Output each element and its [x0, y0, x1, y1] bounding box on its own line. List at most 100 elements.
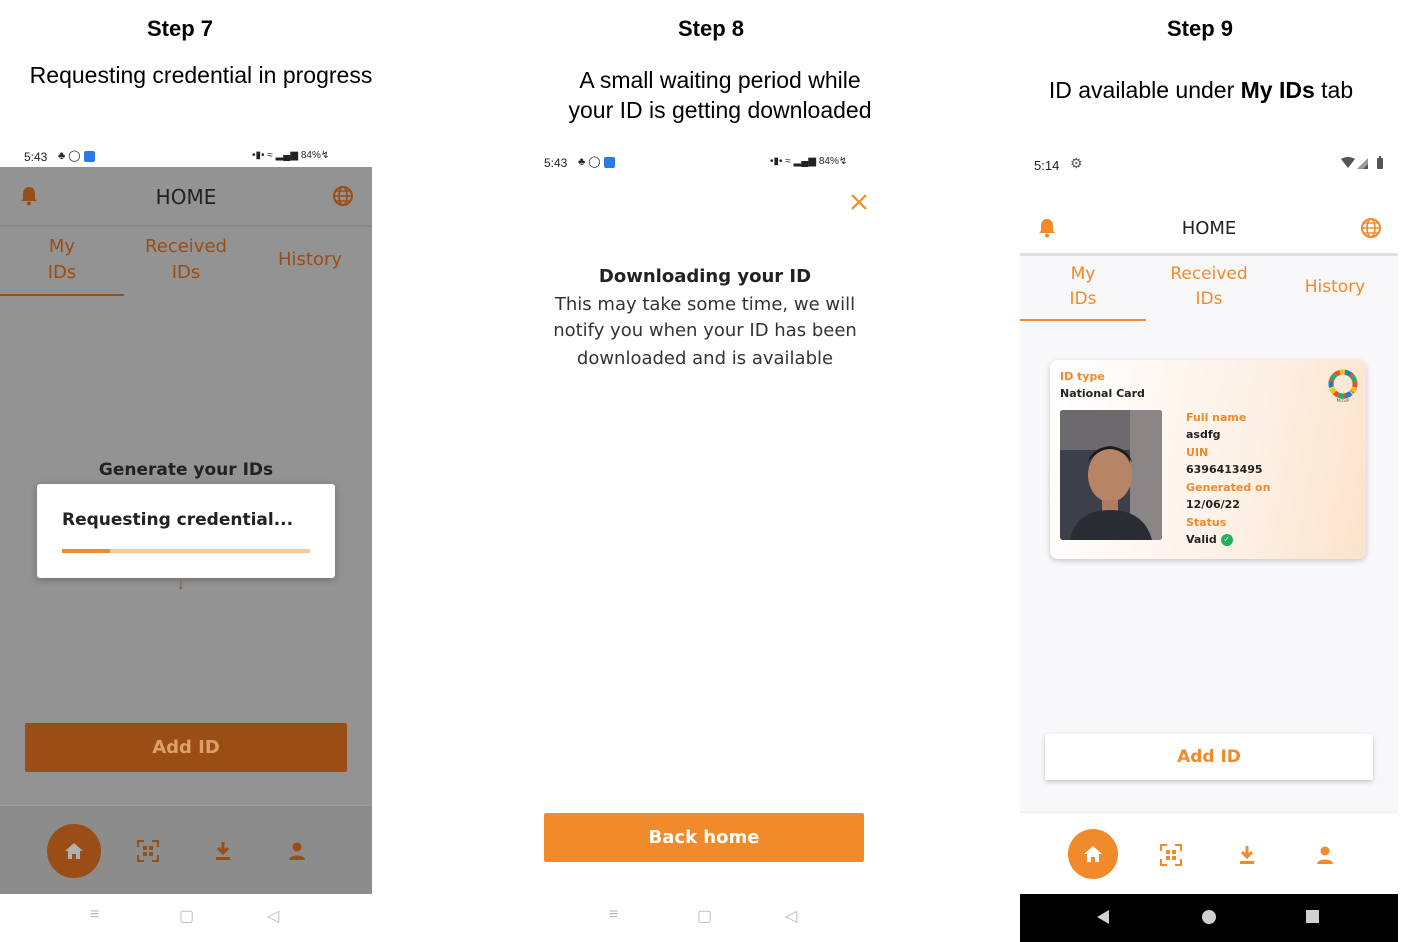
- whatsapp-icon: ◯: [68, 150, 81, 162]
- tab-my-ids[interactable]: My IDs: [0, 234, 124, 286]
- person-icon: [289, 842, 305, 860]
- valid-check-icon: ✓: [1220, 534, 1233, 546]
- language-globe-icon[interactable]: [332, 185, 354, 207]
- system-home-button[interactable]: ▢: [697, 906, 712, 926]
- status-time: 5:43: [544, 156, 568, 170]
- mosip-logo: MOSIP: [1327, 368, 1359, 404]
- status-system-icons: [1340, 156, 1386, 175]
- vibrate-icon: •▮•: [252, 150, 265, 161]
- down-arrow-icon: ↓: [177, 576, 185, 593]
- back-home-button[interactable]: Back home: [544, 813, 864, 862]
- nav-home-button[interactable]: [1068, 829, 1118, 879]
- status-notification-icons: ♣ ◯: [578, 155, 615, 168]
- nav-profile-button[interactable]: [1310, 843, 1340, 867]
- tab-history[interactable]: History: [248, 247, 372, 273]
- add-id-button-label: Add ID: [152, 737, 220, 758]
- recents-square-icon: [1306, 910, 1319, 923]
- step-8-description-line2: your ID is getting downloaded: [568, 97, 872, 123]
- qr-scan-icon: [137, 840, 159, 862]
- add-id-button-label: Add ID: [1177, 747, 1241, 767]
- screen-step-8: 5:43 ♣ ◯ •▮• ≈ ▂▄▆ 84%↯ Downloading your…: [520, 140, 892, 942]
- status-label: Status: [1186, 516, 1227, 529]
- back-triangle-icon: [1097, 910, 1109, 924]
- tab-my-ids[interactable]: My IDs: [1020, 262, 1146, 312]
- nav-profile-button[interactable]: [282, 839, 312, 863]
- system-menu-button[interactable]: ≡: [609, 906, 618, 924]
- system-recents-button[interactable]: [1306, 910, 1319, 928]
- app-icon: ♣: [578, 156, 586, 168]
- wifi-icon: ≈: [785, 156, 791, 167]
- photo: [1060, 410, 1162, 540]
- full-name-value: asdfg: [1186, 428, 1221, 441]
- add-id-button[interactable]: Add ID: [25, 723, 347, 772]
- downloading-message-line2: notify you when your ID has been: [553, 320, 857, 341]
- downloading-message-line3: downloaded and is available: [576, 348, 834, 369]
- system-back-button[interactable]: [1096, 910, 1110, 929]
- settings-gear-icon: ⚙: [1070, 155, 1083, 171]
- whatsapp-icon: ◯: [588, 156, 601, 168]
- wifi-icon: ≈: [267, 150, 273, 161]
- downloading-heading: Downloading your ID: [598, 266, 812, 287]
- wifi-signal-battery-icons: [1341, 156, 1383, 169]
- generated-on-value: 12/06/22: [1186, 498, 1240, 511]
- bottom-nav: [1020, 812, 1398, 894]
- step-7-title: Step 7: [146, 16, 214, 41]
- battery-level: 84%: [300, 150, 321, 161]
- system-home-button[interactable]: ▢: [179, 906, 194, 926]
- dialog-message: Requesting credential...: [62, 510, 294, 530]
- bluetooth-app-icon: [603, 156, 615, 168]
- full-name-label: Full name: [1186, 411, 1247, 424]
- step-7-description: Requesting credential in progress: [29, 62, 373, 88]
- qr-scan-icon: [1160, 844, 1182, 866]
- status-notification-icons: ♣ ◯: [58, 149, 95, 162]
- tab-history[interactable]: History: [1272, 274, 1398, 300]
- step-8-title: Step 8: [677, 16, 745, 41]
- bluetooth-app-icon: [83, 150, 95, 162]
- nav-scan-button[interactable]: [133, 839, 163, 863]
- nav-scan-button[interactable]: [1156, 843, 1186, 867]
- active-tab-indicator: [1020, 319, 1146, 321]
- system-back-button[interactable]: ◁: [785, 906, 797, 926]
- tab-received-ids[interactable]: Received IDs: [124, 234, 248, 286]
- close-button[interactable]: [850, 193, 870, 213]
- language-globe-icon[interactable]: [1360, 217, 1382, 239]
- status-system-icons: •▮• ≈ ▂▄▆ 84%↯: [770, 156, 847, 167]
- step-8-description-line1: A small waiting period while: [579, 67, 861, 93]
- uin-value: 6396413495: [1186, 463, 1263, 476]
- add-id-button[interactable]: Add ID: [1045, 734, 1373, 780]
- bottom-nav: [0, 805, 372, 894]
- id-type-label: ID type: [1060, 370, 1105, 383]
- close-icon: [851, 194, 867, 210]
- progress-bar-fill: [62, 549, 110, 553]
- step-9-description: ID available under My IDs tab: [1048, 77, 1354, 103]
- system-home-button[interactable]: [1202, 910, 1216, 929]
- page-title: HOME: [155, 185, 217, 209]
- downloading-message-line1: This may take some time, we will: [554, 294, 856, 315]
- id-type-value: National Card: [1060, 387, 1145, 400]
- tab-received-ids[interactable]: Received IDs: [1146, 262, 1272, 312]
- page-title: HOME: [1181, 218, 1237, 239]
- battery-level: 84%: [818, 156, 839, 167]
- id-card[interactable]: ID type National Card MOSIP Full name as…: [1050, 360, 1366, 559]
- generated-on-label: Generated on: [1186, 481, 1271, 494]
- nav-download-button[interactable]: [1232, 843, 1262, 867]
- progress-bar-track: [62, 549, 310, 553]
- uin-label: UIN: [1186, 446, 1209, 459]
- mosip-logo-text: MOSIP: [1336, 398, 1350, 403]
- nav-download-button[interactable]: [208, 839, 238, 863]
- screen-step-7: 5:43 ♣ ◯ •▮• ≈ ▂▄▆ 84%↯ HOME My IDs Rece…: [0, 140, 372, 942]
- header-divider: [0, 225, 372, 227]
- app-icon: ♣: [58, 150, 66, 162]
- download-icon: [216, 842, 230, 860]
- person-icon: [1317, 846, 1333, 864]
- home-icon: [1084, 846, 1102, 862]
- nav-home-button[interactable]: [47, 824, 101, 878]
- download-icon: [1240, 846, 1254, 864]
- back-home-label: Back home: [648, 827, 760, 848]
- system-menu-button[interactable]: ≡: [90, 906, 99, 924]
- home-icon: [65, 843, 83, 859]
- signal-icon: ▂▄▆: [275, 150, 299, 161]
- charging-icon: ↯: [838, 156, 848, 167]
- system-back-button[interactable]: ◁: [267, 906, 279, 926]
- signal-icon: ▂▄▆: [793, 156, 817, 167]
